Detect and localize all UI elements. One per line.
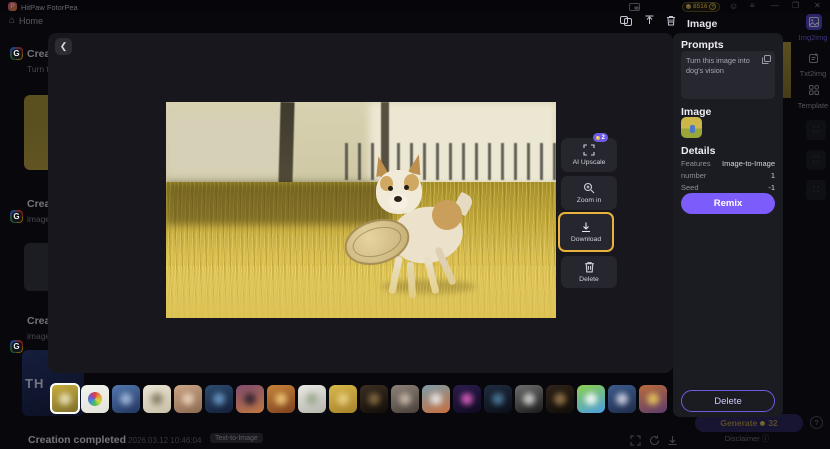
thumb-accent — [523, 393, 535, 405]
image-details-panel: Prompts Turn this image into dog's visio… — [673, 33, 783, 417]
thumb-accent — [151, 393, 163, 405]
filmstrip-thumb[interactable] — [112, 385, 140, 413]
ai-upscale-label: AI Upscale — [572, 159, 606, 166]
filmstrip-thumb[interactable] — [267, 385, 295, 413]
dog-eye — [404, 185, 409, 190]
viewer-panel-title: Image — [687, 18, 718, 30]
filmstrip-thumb[interactable] — [453, 385, 481, 413]
thumb-accent — [182, 393, 194, 405]
filmstrip-thumb[interactable] — [174, 385, 202, 413]
thumb-accent — [59, 392, 71, 405]
filmstrip-thumb[interactable] — [608, 385, 636, 413]
filmstrip-thumb[interactable] — [484, 385, 512, 413]
delete-image-button[interactable]: Delete — [561, 256, 617, 288]
remix-button[interactable]: Remix — [681, 193, 775, 214]
thumb-accent — [244, 393, 256, 405]
prompts-heading: Prompts — [681, 39, 724, 51]
detail-row-seed: Seed -1 — [681, 183, 775, 192]
thumb-accent — [368, 393, 380, 405]
filmstrip-thumb[interactable] — [391, 385, 419, 413]
compare-icon[interactable] — [620, 16, 632, 26]
back-button[interactable]: ❮ — [55, 38, 72, 55]
delete-image-label: Delete — [579, 276, 599, 283]
image-viewer-panel: ❮ AI Upscale 2 Zoom in Download Delete — [48, 33, 673, 373]
download-button[interactable]: Download — [558, 212, 614, 252]
image-house-blur — [166, 112, 291, 178]
back-icon: ❮ — [59, 41, 68, 51]
filmstrip-thumb[interactable] — [577, 385, 605, 413]
detail-row-features: Features Image-to-Image — [681, 159, 775, 168]
thumb-accent — [616, 393, 628, 405]
thumb-accent — [554, 393, 566, 405]
filmstrip-thumb[interactable] — [143, 385, 171, 413]
image-grass-foreground — [166, 266, 556, 318]
app-window: P HitPaw FotorPea 8516 + ☺ ≡ — ❐ ✕ ⌂ Hom… — [0, 0, 830, 449]
thumb-accent — [430, 393, 442, 405]
prompt-text: Turn this image into dog's vision — [686, 56, 750, 75]
thumb-accent — [306, 393, 318, 405]
thumb-accent — [585, 393, 597, 405]
dog-patch — [432, 200, 462, 230]
filmstrip-thumb[interactable] — [639, 385, 667, 413]
filmstrip-thumb[interactable] — [329, 385, 357, 413]
upscale-cost-badge: 2 — [593, 133, 608, 142]
detail-row-number: number 1 — [681, 171, 775, 180]
filmstrip-thumb[interactable] — [546, 385, 574, 413]
dog-nose — [394, 196, 402, 202]
main-image[interactable] — [166, 102, 556, 318]
filmstrip-thumb[interactable] — [422, 385, 450, 413]
thumb-accent — [337, 393, 349, 405]
filmstrip-thumb[interactable] — [236, 385, 264, 413]
ai-upscale-button[interactable]: AI Upscale — [561, 138, 617, 172]
thumb-accent — [120, 393, 132, 405]
dog-eye — [388, 186, 393, 191]
prompt-textarea[interactable]: Turn this image into dog's vision — [681, 51, 775, 99]
thumb-accent — [275, 393, 287, 405]
thumb-accent — [647, 393, 659, 405]
thumb-accent — [399, 393, 411, 405]
delete-button[interactable]: Delete — [681, 390, 775, 412]
thumb-accent — [492, 393, 504, 405]
download-label: Download — [570, 236, 602, 243]
zoom-in-button[interactable]: Zoom in — [561, 176, 617, 210]
gemini-icon: G — [10, 210, 23, 223]
thumb-accent — [461, 393, 473, 405]
gemini-icon: G — [10, 47, 23, 60]
export-icon[interactable] — [644, 15, 655, 26]
trash-icon[interactable] — [666, 15, 676, 26]
coin-icon — [596, 135, 600, 140]
copy-icon[interactable] — [762, 55, 771, 64]
thumb-accent — [213, 393, 225, 405]
filmstrip-thumb[interactable] — [360, 385, 388, 413]
zoom-in-label: Zoom in — [576, 197, 602, 204]
filmstrip-thumb[interactable] — [81, 385, 109, 413]
filmstrip-thumb[interactable] — [298, 385, 326, 413]
filmstrip-thumb[interactable] — [515, 385, 543, 413]
source-image-thumbnail[interactable] — [681, 117, 702, 138]
filmstrip-thumb[interactable] — [205, 385, 233, 413]
gemini-icon: G — [10, 340, 23, 353]
thumb-accent — [88, 392, 102, 406]
filmstrip — [48, 383, 678, 417]
details-heading: Details — [681, 145, 716, 157]
filmstrip-thumb[interactable] — [50, 383, 80, 414]
